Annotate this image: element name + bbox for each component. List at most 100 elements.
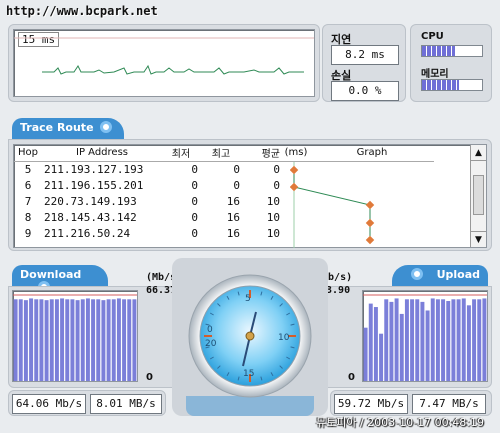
upload-bar [425,310,430,381]
cpu-meter [421,45,483,57]
upload-chart [362,290,488,382]
col-min: 최저 [171,149,191,161]
download-bar [29,298,34,381]
upload-bar [446,301,451,381]
upload-tab-label: Upload [436,268,480,281]
max-cell: 16 [226,226,240,240]
download-bar [39,299,44,381]
scroll-up-button[interactable]: ▲ [471,145,486,161]
memory-meter [421,79,483,91]
upload-bar [461,298,466,381]
hop-cell: 7 [24,194,32,208]
upload-bar [404,299,409,381]
download-bar [111,299,116,381]
upload-average: 7.47 MB/s [412,394,486,414]
loss-value: 0.0 % [331,81,399,101]
download-bar [49,299,54,381]
trace-panel: Hop IP Address 최저 최고 평균 (ms) Graph 5 211.… [8,139,492,251]
upload-bar [379,333,384,381]
download-bar [70,299,75,381]
upload-current: 59.72 Mb/s [334,394,408,414]
memory-meter-fill [422,80,460,90]
download-bar [85,298,90,381]
hop-cell: 9 [24,226,32,240]
min-cell: 0 [191,178,198,192]
memory-label: 메모리 [421,69,449,80]
cpu-meter-fill [422,46,455,56]
upload-bar [466,305,471,381]
gauge-tick-label: 20 [205,339,217,349]
speed-gauge: 5 10 15 20 0 [188,274,312,398]
ping-graph: 15 ms [13,29,315,97]
upload-bar [430,298,435,381]
col-max: 최고 [211,149,231,161]
upload-bar [435,299,440,381]
record-icon [99,121,112,133]
gauge-tick-label: 0 [207,325,213,335]
trace-graph-point [290,182,299,192]
download-bar [132,299,137,381]
gauge-tick-label: 5 [245,294,251,304]
hop-cell: 8 [24,210,32,224]
trace-graph-point [290,165,299,175]
col-ms: (ms) [284,147,308,159]
upload-bar [482,298,487,381]
max-cell: 0 [233,178,240,192]
min-cell: 0 [191,194,198,208]
upload-bar [420,301,425,381]
latency-loss-panel: 지연 8.2 ms 손실 0.0 % [322,24,406,102]
upload-bar [410,299,415,381]
trace-scrollbar[interactable]: ▲ ▼ [470,145,486,247]
download-tab-label: Download [20,268,82,281]
latency-value: 8.2 ms [331,45,399,65]
upload-bar [389,301,394,381]
avg-cell: 10 [266,194,280,208]
upload-bar [451,299,456,381]
download-bar [75,300,80,381]
download-bar [23,300,28,381]
col-ip: IP Address [76,147,128,159]
upload-bar [399,313,404,381]
gauge-bottom-stripe [186,396,314,416]
download-tab[interactable]: Download [12,265,108,293]
max-cell: 16 [226,194,240,208]
avg-cell: 10 [266,226,280,240]
upload-tab[interactable]: Upload [392,265,488,287]
download-bar [44,300,49,381]
avg-cell: 10 [266,210,280,224]
download-bar [116,298,121,381]
record-icon [410,268,423,280]
download-bar [122,299,127,381]
system-panel: CPU 메모리 [410,24,492,102]
gauge-tick-label: 15 [243,369,254,379]
gauge-tick-label: 10 [278,333,290,343]
ping-line [14,37,314,75]
avg-cell: 0 [273,178,280,192]
trace-route-tab[interactable]: Trace Route [12,118,124,140]
upload-bar [441,299,446,381]
download-bar [60,298,65,381]
col-hop: Hop [18,147,38,159]
upload-bar [477,299,482,381]
trace-header-row: Hop IP Address 최저 최고 평균 (ms) Graph [14,145,434,161]
ip-cell: 211.196.155.201 [44,178,144,192]
cpu-label: CPU [421,31,444,42]
min-cell: 0 [191,210,198,224]
upload-bar [456,299,461,381]
scroll-down-button[interactable]: ▼ [471,231,486,247]
ip-cell: 211.193.127.193 [44,162,144,176]
footer-watermark: 뮤토피아 / 2003-10-17 00:48:19 [316,416,485,429]
download-average: 8.01 MB/s [90,394,162,414]
download-bar [54,299,59,381]
trace-route-tab-label: Trace Route [20,121,94,134]
upload-bar [373,307,378,381]
min-cell: 0 [191,162,198,176]
scroll-thumb[interactable] [473,175,484,215]
download-bar [65,299,70,381]
trace-graph-point [365,218,375,228]
download-current: 64.06 Mb/s [12,394,86,414]
download-bar [127,299,132,381]
hop-cell: 6 [24,178,32,192]
upload-bar [368,303,373,381]
upload-bar [384,299,389,381]
